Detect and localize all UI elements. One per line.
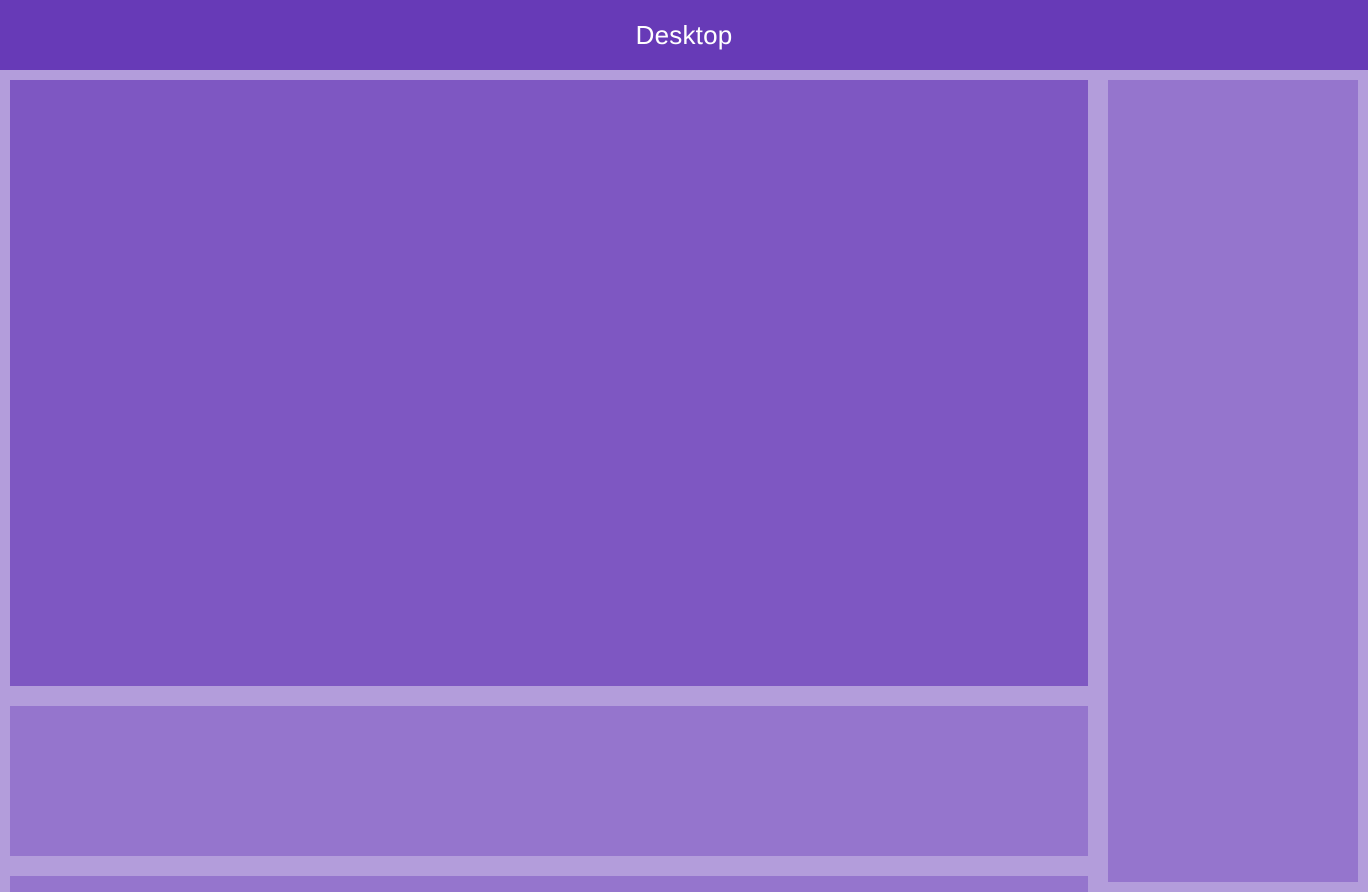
secondary-content-panel xyxy=(10,706,1088,856)
sidebar-panel xyxy=(1108,80,1358,882)
main-content-panel xyxy=(10,80,1088,686)
tertiary-content-panel xyxy=(10,876,1088,892)
page-title: Desktop xyxy=(635,20,733,50)
top-app-bar: Desktop xyxy=(0,0,1368,70)
desktop-layout: Desktop xyxy=(0,0,1368,892)
